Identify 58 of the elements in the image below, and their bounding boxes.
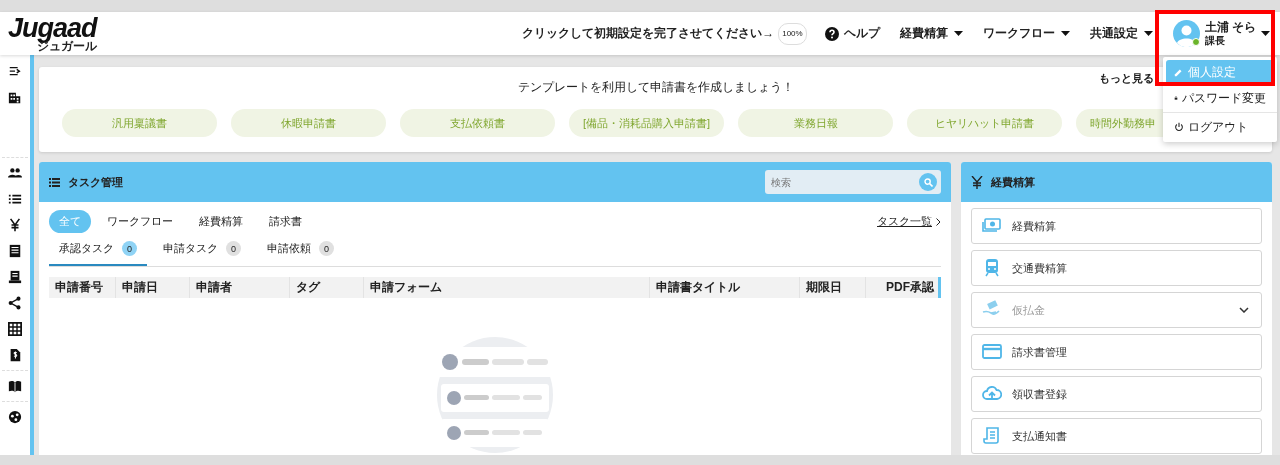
filter-tab[interactable]: 経費精算 [189, 210, 253, 233]
task-tab[interactable]: 申請タスク 0 [153, 241, 251, 266]
setup-prompt-link[interactable]: クリックして初期設定を完了させてください→ [522, 25, 775, 42]
book-icon[interactable] [8, 379, 22, 393]
logo[interactable]: Jugaad [8, 15, 97, 42]
caret-icon [953, 31, 963, 36]
help-link[interactable]: ヘルプ [824, 25, 880, 42]
nav-menu[interactable]: 経費精算 [899, 25, 963, 42]
power-icon [1174, 121, 1184, 133]
help-icon [824, 26, 839, 41]
yen-icon [971, 175, 983, 189]
task-list-link[interactable]: タスク一覧 [877, 214, 941, 229]
template-heading: テンプレートを利用して申請書を作成しましょう！ [517, 79, 794, 96]
yen-icon[interactable] [8, 218, 22, 232]
expense-menu-item[interactable]: 交通費精算 [971, 250, 1262, 286]
filter-tab[interactable]: ワークフロー [97, 210, 183, 233]
train-icon [982, 258, 1002, 278]
user-role: 課長 [1204, 34, 1226, 46]
caret-icon [1261, 31, 1270, 36]
grid-icon[interactable] [8, 322, 22, 336]
column-header: 申請番号 [54, 279, 104, 296]
column-header: 期限日 [799, 277, 865, 298]
caret-icon [1060, 31, 1070, 36]
column-header: タグ [289, 277, 363, 298]
column-header: PDF承認 [865, 277, 938, 298]
column-header: 申請フォーム [363, 277, 649, 298]
expense-menu-item[interactable]: 請求書管理 [971, 334, 1262, 370]
search-field[interactable]: 検索 [765, 170, 941, 194]
palette-icon[interactable] [8, 410, 22, 424]
caret-icon [1143, 31, 1153, 36]
expense-menu-item[interactable]: 経費精算 [971, 208, 1262, 244]
column-header: 申請書タイトル [649, 277, 799, 298]
count-badge: 0 [319, 241, 334, 256]
column-header: 申請者 [189, 277, 289, 298]
list-icon [49, 177, 60, 187]
dropdown-item[interactable]: パスワード変更 [1166, 86, 1274, 110]
card-icon [982, 342, 1002, 362]
chevron-right-icon [936, 217, 941, 226]
expense-menu-item[interactable]: 支払通知書 [971, 418, 1262, 454]
panel-title: タスク管理 [68, 174, 123, 190]
task-tab[interactable]: 承認タスク 0 [49, 241, 147, 266]
people-icon[interactable] [8, 166, 22, 180]
building-icon[interactable] [8, 91, 22, 105]
nav-menu[interactable]: 共通設定 [1089, 25, 1153, 42]
panel-title: 経費精算 [991, 174, 1035, 190]
document-icon[interactable] [8, 244, 22, 258]
user-name[interactable]: 土浦 そら [1204, 21, 1256, 35]
share-icon[interactable] [8, 296, 22, 310]
count-badge: 0 [122, 241, 137, 256]
nav-menu[interactable]: ワークフロー [982, 25, 1070, 42]
list-icon[interactable] [8, 192, 22, 206]
task-tab[interactable]: 申請依頼 0 [257, 241, 344, 266]
more-link[interactable]: もっと見る [1099, 71, 1154, 86]
column-header: 申請日 [115, 277, 189, 298]
filter-tab[interactable]: 請求書 [259, 210, 312, 233]
expense-menu-item[interactable]: 領収書登録 [971, 376, 1262, 412]
count-badge: 0 [226, 241, 241, 256]
invoice-icon[interactable] [8, 348, 22, 362]
